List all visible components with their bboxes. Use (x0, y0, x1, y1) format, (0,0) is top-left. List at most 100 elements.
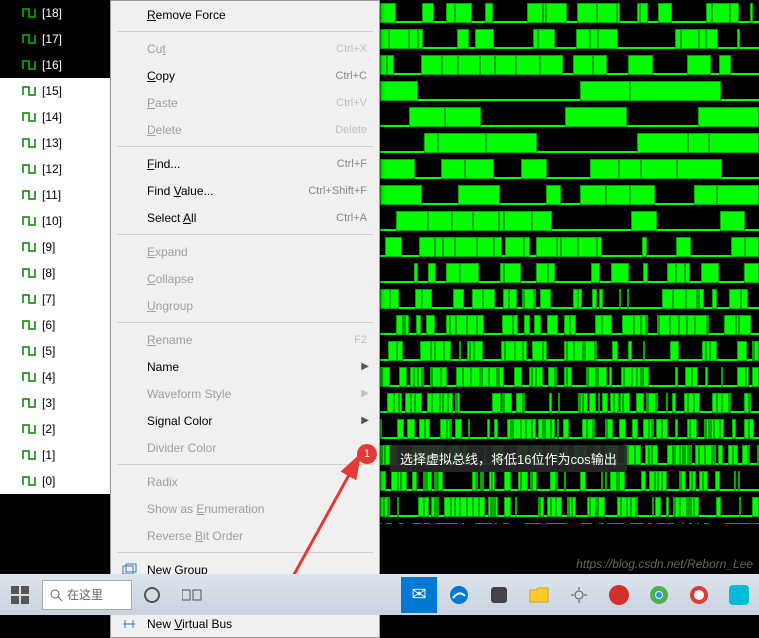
app-icon[interactable] (479, 575, 519, 615)
shortcut-label: Ctrl+A (336, 212, 367, 224)
signal-label: [9] (42, 240, 55, 254)
signal-icon (22, 7, 36, 19)
menu-find[interactable]: Find...Ctrl+F (111, 150, 379, 177)
signal-item[interactable]: [9] (0, 234, 110, 260)
signal-item[interactable]: [4] (0, 364, 110, 390)
signal-icon (22, 85, 36, 97)
cortana-icon[interactable] (132, 575, 172, 615)
menu-select-all[interactable]: Select AllCtrl+A (111, 204, 379, 231)
task-view-icon[interactable] (172, 575, 212, 615)
menu-rename: RenameF2 (111, 326, 379, 353)
signal-item[interactable]: [16] (0, 52, 110, 78)
signal-item[interactable]: [12] (0, 156, 110, 182)
menu-find-value[interactable]: Find Value...Ctrl+Shift+F (111, 177, 379, 204)
signal-label: [6] (42, 318, 55, 332)
signal-item[interactable]: [18] (0, 0, 110, 26)
signal-icon (22, 241, 36, 253)
signal-icon (22, 163, 36, 175)
menu-expand: Expand (111, 238, 379, 265)
menu-show-enum: Show as Enumeration (111, 495, 379, 522)
context-menu: Remove Force CutCtrl+X CopyCtrl+C PasteC… (110, 0, 380, 638)
menu-separator (117, 234, 373, 235)
signal-label: [14] (42, 110, 62, 124)
signal-icon (22, 475, 36, 487)
signal-label: [0] (42, 474, 55, 488)
signal-item[interactable]: [10] (0, 208, 110, 234)
chrome-icon[interactable] (639, 575, 679, 615)
signal-label: [18] (42, 6, 62, 20)
app-icon[interactable] (599, 575, 639, 615)
signal-label: [5] (42, 344, 55, 358)
signal-item[interactable]: [8] (0, 260, 110, 286)
signal-icon (22, 137, 36, 149)
signal-label: [16] (42, 58, 62, 72)
signal-label: [4] (42, 370, 55, 384)
start-button[interactable] (0, 575, 40, 615)
menu-collapse: Collapse (111, 265, 379, 292)
signal-icon (22, 345, 36, 357)
menu-signal-color[interactable]: Signal Color▶ (111, 407, 379, 434)
signal-label: [3] (42, 396, 55, 410)
signal-item[interactable]: [3] (0, 390, 110, 416)
signal-icon (22, 33, 36, 45)
search-icon (49, 588, 63, 602)
signal-item[interactable]: [1] (0, 442, 110, 468)
signal-label: [7] (42, 292, 55, 306)
windows-taskbar[interactable]: 在这里 ✉ (0, 574, 759, 615)
signal-icon (22, 215, 36, 227)
search-placeholder: 在这里 (67, 586, 103, 603)
signal-icon (22, 267, 36, 279)
signal-label: [8] (42, 266, 55, 280)
signal-icon (22, 189, 36, 201)
signal-item[interactable]: [17] (0, 26, 110, 52)
annotation-badge: 1 (357, 444, 377, 464)
menu-separator (117, 146, 373, 147)
signal-label: [12] (42, 162, 62, 176)
explorer-icon[interactable] (519, 575, 559, 615)
signal-label: [2] (42, 422, 55, 436)
menu-reverse-bit: Reverse Bit Order (111, 522, 379, 549)
menu-separator (117, 322, 373, 323)
menu-cut: CutCtrl+X (111, 35, 379, 62)
signal-item[interactable]: [2] (0, 416, 110, 442)
settings-icon[interactable] (559, 575, 599, 615)
menu-delete: DeleteDelete (111, 116, 379, 143)
signal-item[interactable]: [14] (0, 104, 110, 130)
app-icon[interactable]: ✉ (401, 577, 437, 613)
menu-separator (117, 464, 373, 465)
chevron-right-icon: ▶ (361, 415, 369, 426)
chevron-right-icon: ▶ (361, 388, 369, 399)
annotation-tooltip: 选择虚拟总线，将低16位作为cos输出 (390, 445, 627, 472)
signal-icon (22, 423, 36, 435)
shortcut-label: F2 (354, 334, 367, 346)
signal-item[interactable]: [11] (0, 182, 110, 208)
menu-copy[interactable]: CopyCtrl+C (111, 62, 379, 89)
signal-item[interactable]: [6] (0, 312, 110, 338)
signal-label: [15] (42, 84, 62, 98)
watermark: https://blog.csdn.net/Reborn_Lee (576, 557, 753, 571)
signal-icon (22, 449, 36, 461)
menu-name[interactable]: Name▶ (111, 353, 379, 380)
taskbar-search[interactable]: 在这里 (42, 580, 132, 610)
shortcut-label: Ctrl+Shift+F (308, 185, 367, 197)
menu-paste: PasteCtrl+V (111, 89, 379, 116)
app-icon[interactable] (679, 575, 719, 615)
signal-item[interactable]: [0] (0, 468, 110, 494)
signal-item[interactable]: [15] (0, 78, 110, 104)
signal-item[interactable]: [7] (0, 286, 110, 312)
menu-remove-force[interactable]: Remove Force (111, 1, 379, 28)
signal-item[interactable]: [5] (0, 338, 110, 364)
shortcut-label: Ctrl+F (337, 158, 367, 170)
menu-divider-color: Divider Color▶ (111, 434, 379, 461)
menu-waveform-style: Waveform Style▶ (111, 380, 379, 407)
signal-label: [10] (42, 214, 62, 228)
signal-item[interactable]: [13] (0, 130, 110, 156)
menu-ungroup: Ungroup (111, 292, 379, 319)
signal-label: [11] (42, 188, 61, 202)
menu-separator (117, 552, 373, 553)
shortcut-label: Ctrl+X (336, 43, 367, 55)
signal-icon (22, 319, 36, 331)
app-icon[interactable] (719, 575, 759, 615)
edge-icon[interactable] (439, 575, 479, 615)
signal-icon (22, 59, 36, 71)
